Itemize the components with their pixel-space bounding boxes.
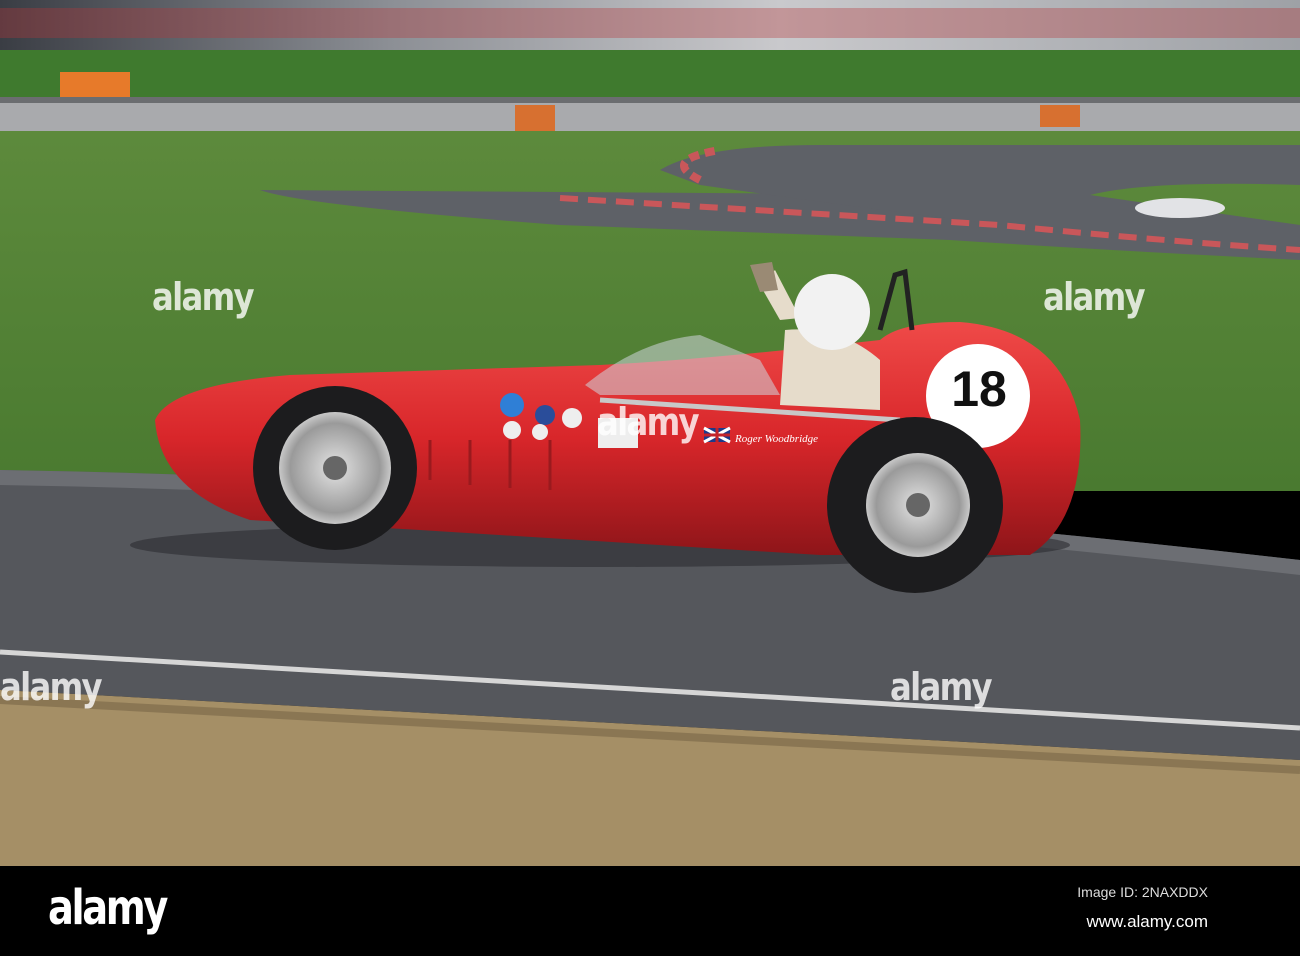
distant-car (1135, 198, 1225, 218)
image-id: Image ID: 2NAXDDX (1077, 884, 1208, 900)
watermark: alamy (152, 275, 255, 319)
watermark: alamy (890, 665, 993, 709)
watermark: alamy (597, 400, 700, 444)
car-number: 18 (951, 361, 1007, 417)
watermark: alamy (0, 665, 103, 709)
watermark: alamy (1043, 275, 1146, 319)
grass-bank (0, 50, 1300, 105)
site-url: www.alamy.com (1086, 912, 1208, 931)
helmet (794, 274, 870, 350)
photo: 18 Roger Woodbridge alamy alamy alamy al… (0, 0, 1300, 956)
driver-name: Roger Woodbridge (735, 433, 819, 445)
footer-bar: alamy Image ID: 2NAXDDX www.alamy.com (0, 866, 1300, 956)
alamy-logo: alamy (48, 880, 168, 936)
